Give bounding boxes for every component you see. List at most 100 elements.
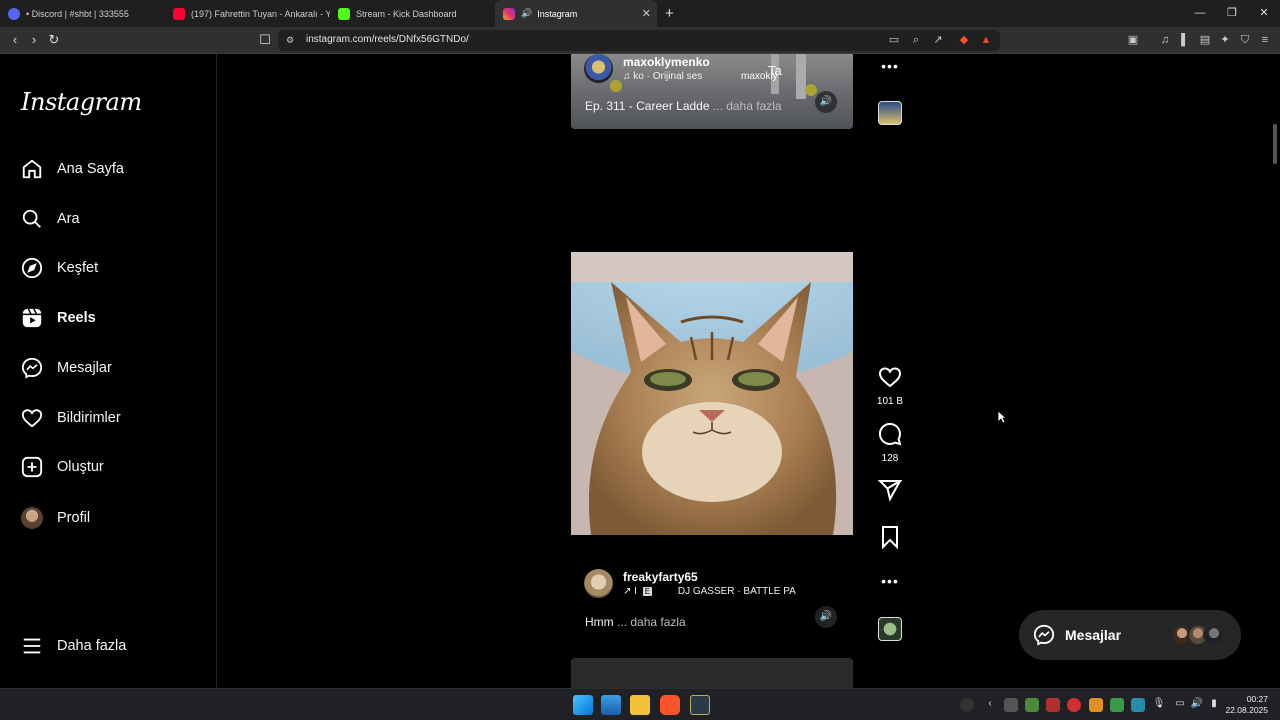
brave-rewards-icon[interactable]: ▲ xyxy=(978,32,994,48)
audio-label[interactable]: DJ GASSER · BATTLE PA xyxy=(678,586,796,597)
tab-title: Instagram xyxy=(537,8,578,19)
username[interactable]: maxoklymenko xyxy=(623,55,710,69)
nav-notifications[interactable]: Bildirimler xyxy=(20,404,121,432)
nav-create[interactable]: Oluştur xyxy=(20,453,104,481)
leo-ai-icon[interactable]: ✦ xyxy=(1217,32,1233,48)
vpn-icon[interactable]: ⛉ xyxy=(1237,32,1253,48)
battery-icon[interactable]: ▮ xyxy=(1207,698,1221,712)
audio-label[interactable]: ko · Orijinal ses xyxy=(633,71,702,82)
minimize-button[interactable]: — xyxy=(1184,0,1216,27)
sidebar-toggle-icon[interactable]: ▌ xyxy=(1177,32,1193,48)
tray-app-icon[interactable] xyxy=(960,698,974,712)
tray-app-icon[interactable] xyxy=(1067,698,1081,712)
share-icon[interactable]: ↗ xyxy=(930,32,946,48)
heart-icon[interactable] xyxy=(878,365,902,389)
sound-toggle-icon[interactable]: 🔊 xyxy=(815,91,837,113)
brave-shield-icon[interactable]: ◆ xyxy=(956,32,972,48)
save-action[interactable] xyxy=(873,525,907,554)
new-tab-button[interactable]: + xyxy=(665,5,674,22)
reel-video-next[interactable] xyxy=(571,658,853,688)
caption-text: Ep. 311 - Career Ladde xyxy=(585,99,710,113)
recent-chat-avatars xyxy=(1171,624,1225,646)
close-window-button[interactable]: ✕ xyxy=(1248,0,1280,27)
screenshot-icon[interactable]: ▣ xyxy=(1125,32,1141,48)
more-link[interactable]: ... daha fazla xyxy=(617,615,686,629)
reel-owner-current: freakyfarty65 ↗ I E DJ GASSER · BATTLE P… xyxy=(584,569,796,598)
share-action[interactable] xyxy=(873,478,907,507)
nav-messages[interactable]: Mesajlar xyxy=(20,354,112,382)
comment-icon[interactable] xyxy=(878,422,902,446)
forward-button[interactable]: › xyxy=(25,31,43,49)
tray-app-icon[interactable] xyxy=(1110,698,1124,712)
compass-icon xyxy=(20,256,44,280)
volume-icon[interactable]: 🔊 xyxy=(1190,698,1204,712)
audio-thumbnail[interactable] xyxy=(878,101,902,125)
media-icon[interactable]: ♫ xyxy=(1157,32,1173,48)
menu-icon[interactable]: ≡ xyxy=(1257,32,1273,48)
username[interactable]: freakyfarty65 xyxy=(623,570,796,584)
maximize-button[interactable]: ❐ xyxy=(1216,0,1248,27)
speaker-icon[interactable]: 🔊 xyxy=(521,8,532,19)
more-options-icon[interactable]: ••• xyxy=(873,573,907,589)
network-icon[interactable]: ▭ xyxy=(1173,698,1187,712)
instagram-icon xyxy=(503,7,515,20)
avatar[interactable] xyxy=(584,54,613,83)
wallet-icon[interactable]: ▤ xyxy=(1197,32,1213,48)
back-button[interactable]: ‹ xyxy=(6,31,24,49)
sound-toggle-icon[interactable]: 🔊 xyxy=(815,606,837,628)
send-icon[interactable] xyxy=(877,478,904,502)
url-field[interactable]: ⚙ instagram.com/reels/DNfx56GTNDo/ ▭ ⌕ ↗… xyxy=(278,30,1000,51)
tray-expand-icon[interactable]: ‹ xyxy=(983,698,997,712)
tab-instagram[interactable]: 🔊 Instagram ✕ xyxy=(495,0,657,27)
start-icon[interactable] xyxy=(573,695,593,715)
more-link[interactable]: ... daha fazla xyxy=(713,99,782,113)
window-controls: — ❐ ✕ xyxy=(1184,0,1280,27)
file-explorer-icon[interactable] xyxy=(630,695,650,715)
nav-search[interactable]: Ara xyxy=(20,205,80,233)
nav-more[interactable]: Daha fazla xyxy=(20,632,126,660)
site-info-icon[interactable]: ⚙ xyxy=(282,32,298,48)
clock[interactable]: 00:27 22.08.2025 xyxy=(1225,694,1268,716)
instagram-logo[interactable]: Instagram xyxy=(21,88,142,116)
widgets-icon[interactable] xyxy=(601,695,621,715)
reload-button[interactable]: ↻ xyxy=(45,31,63,49)
nav-profile[interactable]: Profil xyxy=(20,504,90,532)
tab-discord[interactable]: • Discord | #shbt | 333555 xyxy=(0,0,165,27)
comment-count: 128 xyxy=(881,453,899,464)
nvidia-icon[interactable] xyxy=(1025,698,1039,712)
brave-browser-icon[interactable] xyxy=(660,695,680,715)
cast-icon[interactable]: ▭ xyxy=(886,32,902,48)
reel-video-current[interactable] xyxy=(571,252,853,535)
tray-app-icon[interactable] xyxy=(1131,698,1145,712)
caption-text: Hmm xyxy=(585,615,614,629)
tab-title: (197) Fahrettin Tuyan - Ankaralı - Yo xyxy=(191,8,330,19)
scrollbar-thumb[interactable] xyxy=(1273,124,1277,164)
home-icon xyxy=(20,157,44,181)
reels-icon xyxy=(20,306,44,330)
more-options-icon[interactable]: ••• xyxy=(873,58,907,74)
game-app-icon[interactable] xyxy=(690,695,710,715)
nav-reels[interactable]: Reels xyxy=(20,304,96,332)
bookmark-icon[interactable]: ☐ xyxy=(256,31,274,49)
page-scrollbar[interactable] xyxy=(1270,54,1280,688)
kick-icon xyxy=(338,7,350,20)
microphone-icon[interactable]: 🎙 xyxy=(1152,698,1166,712)
nav-label: Daha fazla xyxy=(57,638,127,654)
bookmark-icon[interactable] xyxy=(878,525,902,550)
tray-app-icon[interactable] xyxy=(1089,698,1103,712)
messages-floating-button[interactable]: Mesajlar xyxy=(1019,610,1241,660)
zoom-icon[interactable]: ⌕ xyxy=(908,32,924,48)
audio-thumbnail[interactable] xyxy=(878,617,902,641)
tab-kick[interactable]: Stream - Kick Dashboard xyxy=(330,0,495,27)
nav-label: Ara xyxy=(57,211,80,227)
nav-explore[interactable]: Keşfet xyxy=(20,254,98,282)
comment-action[interactable]: 128 xyxy=(873,422,907,464)
avatar[interactable] xyxy=(584,569,613,598)
close-tab-icon[interactable]: ✕ xyxy=(642,7,651,20)
nav-home[interactable]: Ana Sayfa xyxy=(20,155,124,183)
tray-app-icon[interactable] xyxy=(1046,698,1060,712)
tray-app-icon[interactable] xyxy=(1004,698,1018,712)
search-icon xyxy=(20,207,44,231)
tab-youtube[interactable]: (197) Fahrettin Tuyan - Ankaralı - Yo xyxy=(165,0,330,27)
like-action[interactable]: 101 B xyxy=(873,365,907,407)
